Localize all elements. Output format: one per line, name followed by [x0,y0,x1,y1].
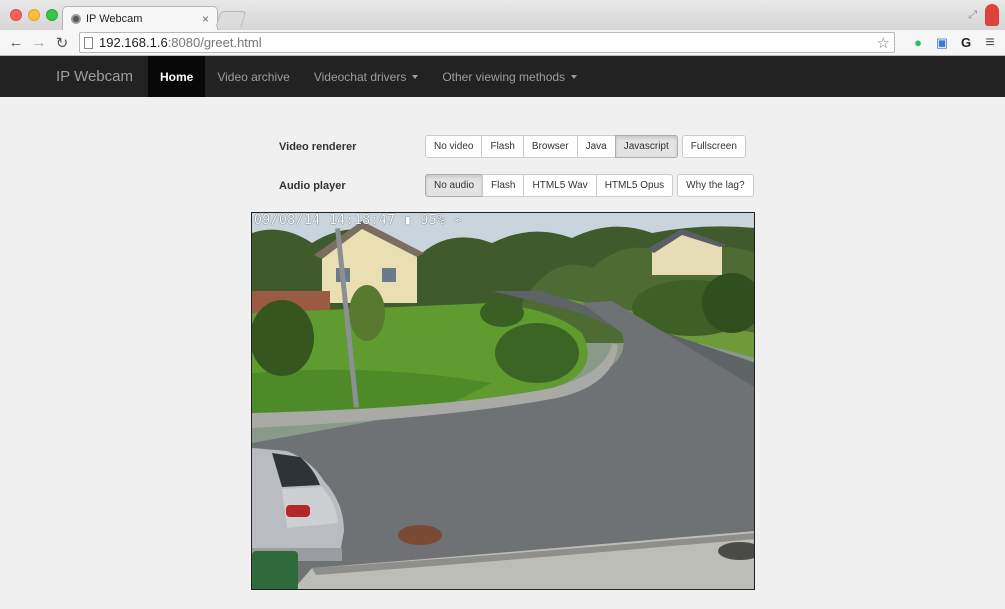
url-path: :8080/greet.html [167,35,262,50]
audio-player-label: Audio player [279,179,346,192]
site-navbar: IP Webcam Home Video archive Videochat d… [0,56,1005,97]
webcam-favicon-icon [71,13,81,24]
nav-videochat-drivers-label: Videochat drivers [313,69,407,84]
renderer-no-video-button[interactable]: No video [425,135,483,158]
renderer-browser-button[interactable]: Browser [522,135,578,158]
browser-titlebar: IP Webcam × ⤢ [0,0,1005,30]
browser-toolbar: ← → ↻ 192.168.1.6:8080/greet.html ☆ ● ▣ … [0,30,1005,56]
evernote-extension-icon[interactable]: ● [909,34,927,52]
nav-other-viewing-methods[interactable]: Other viewing methods [430,56,589,97]
bookmark-star-icon[interactable]: ☆ [877,34,890,52]
audio-flash-button[interactable]: Flash [482,174,525,197]
titlebar-right-icons: ⤢ [968,4,999,26]
video-timestamp-overlay: 09/08/14 14:18:47 ▮ 95% ⌁ [254,213,463,228]
window-controls [10,9,58,21]
video-renderer-row: Video renderer No video Flash Browser Ja… [279,135,746,158]
nav-other-viewing-methods-label: Other viewing methods [442,69,566,84]
renderer-javascript-button[interactable]: Javascript [614,135,678,158]
new-tab-button[interactable] [215,11,247,27]
renderer-flash-button[interactable]: Flash [481,135,524,158]
brand-link[interactable]: IP Webcam [41,56,148,97]
tab-close-icon[interactable]: × [202,12,209,26]
zoom-window-button[interactable] [46,9,58,21]
audio-player-row: Audio player No audio Flash HTML5 Wav HT… [279,174,754,197]
profile-avatar-icon[interactable] [985,4,999,26]
caret-down-icon [412,74,419,79]
tab-title: IP Webcam [86,12,143,25]
webcam-scene-image [252,213,754,589]
url-host: 192.168.1.6 [99,35,168,50]
nav-video-archive[interactable]: Video archive [205,56,302,97]
back-arrow-icon[interactable]: ← [6,33,26,53]
fullscreen-icon[interactable]: ⤢ [968,9,977,22]
video-renderer-label: Video renderer [279,140,357,153]
video-renderer-group: No video Flash Browser Java Javascript [425,135,678,158]
page-icon [84,36,93,49]
chrome-menu-icon[interactable]: ≡ [981,34,999,52]
webcam-video-frame[interactable]: 09/08/14 14:18:47 ▮ 95% ⌁ [251,212,755,590]
caret-down-icon [571,74,578,79]
forward-arrow-icon[interactable]: → [29,33,49,53]
browser-tab[interactable]: IP Webcam × [62,6,218,30]
why-the-lag-button[interactable]: Why the lag? [677,174,754,197]
audio-html5-wav-button[interactable]: HTML5 Wav [523,174,597,197]
reload-icon[interactable]: ↻ [52,33,72,53]
g-extension-icon[interactable]: G [957,34,975,52]
nav-videochat-drivers[interactable]: Videochat drivers [302,56,431,97]
audio-html5-opus-button[interactable]: HTML5 Opus [595,174,674,197]
minimize-window-button[interactable] [28,9,40,21]
close-window-button[interactable] [10,9,22,21]
main-content: Video renderer No video Flash Browser Ja… [0,97,1005,609]
audio-player-group: No audio Flash HTML5 Wav HTML5 Opus [425,174,674,197]
address-bar[interactable]: 192.168.1.6:8080/greet.html ☆ [79,32,895,53]
renderer-java-button[interactable]: Java [576,135,616,158]
nav-home[interactable]: Home [147,56,206,97]
url-text[interactable]: 192.168.1.6:8080/greet.html [99,35,877,50]
fullscreen-button[interactable]: Fullscreen [681,135,746,158]
folder-extension-icon[interactable]: ▣ [933,34,951,52]
audio-no-audio-button[interactable]: No audio [425,174,484,197]
